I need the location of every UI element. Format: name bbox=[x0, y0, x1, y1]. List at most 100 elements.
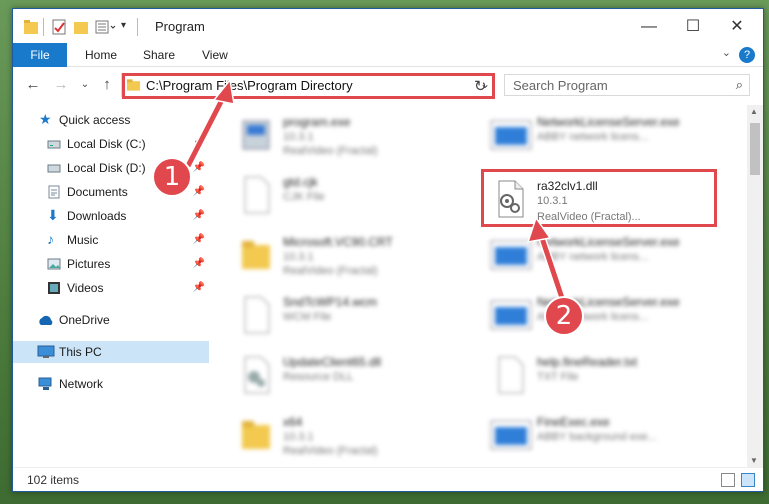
pictures-icon bbox=[47, 258, 61, 270]
minimize-button[interactable]: — bbox=[629, 15, 669, 39]
window-title: Program bbox=[155, 19, 205, 34]
sidebar-item-label: Pictures bbox=[67, 257, 111, 271]
customize-toolbar-icon[interactable] bbox=[95, 18, 117, 36]
item-count: 102 items bbox=[27, 473, 80, 487]
sidebar-item-downloads[interactable]: ⬇ Downloads 📌 bbox=[13, 205, 209, 227]
sidebar-item-label: Network bbox=[59, 377, 104, 391]
close-button[interactable]: ✕ bbox=[717, 15, 757, 39]
status-bar: 102 items bbox=[13, 467, 763, 491]
search-icon[interactable]: ⌕ bbox=[736, 77, 743, 93]
maximize-button[interactable]: ☐ bbox=[673, 15, 713, 39]
sidebar-item-label: OneDrive bbox=[59, 313, 110, 327]
pin-icon: 📌 bbox=[192, 234, 205, 245]
file-item[interactable]: Microsoft.VC90.CRT 10.3.1 RealVideo (Fra… bbox=[227, 229, 477, 285]
star-icon: ★ bbox=[39, 111, 52, 127]
properties-icon[interactable] bbox=[51, 18, 67, 36]
file-name: NetworkLicenseServer.exe bbox=[537, 235, 680, 249]
file-version: 10.3.1 bbox=[283, 251, 314, 263]
file-description: ABBY network licens... bbox=[537, 251, 649, 263]
documents-icon bbox=[48, 185, 60, 199]
search-box[interactable]: Search Program ⌕ bbox=[504, 74, 750, 96]
file-description: ABBY background exe... bbox=[537, 431, 657, 443]
refresh-icon[interactable]: ↻ bbox=[474, 77, 487, 95]
expand-ribbon-icon[interactable]: ⌄ bbox=[722, 46, 731, 59]
folder-icon bbox=[242, 421, 270, 449]
videos-icon bbox=[48, 282, 60, 294]
callout-badge-1: 1 bbox=[152, 157, 192, 197]
file-item[interactable]: FineExec.exe ABBY background exe... bbox=[481, 409, 731, 465]
title-bar: ▾ Program — ☐ ✕ bbox=[13, 9, 763, 43]
folder-icon bbox=[24, 20, 38, 34]
file-item[interactable]: program.exe 10.3.1 RealVideo (Fractal) bbox=[227, 109, 477, 165]
sidebar-item-videos[interactable]: Videos 📌 bbox=[13, 277, 209, 299]
sidebar-item-onedrive[interactable]: OneDrive bbox=[13, 309, 209, 331]
file-item[interactable]: x64 10.3.1 RealVideo (Fractal) bbox=[227, 409, 477, 465]
sidebar-item-this-pc[interactable]: This PC bbox=[13, 341, 209, 363]
explorer-window: ▾ Program — ☐ ✕ File Home Share View ⌄ ?… bbox=[12, 8, 764, 492]
file-name: UpdateClient65.dll bbox=[283, 355, 382, 369]
pin-icon: 📌 bbox=[192, 210, 205, 221]
file-description: ABBY network licens... bbox=[537, 131, 649, 143]
tab-share[interactable]: Share bbox=[143, 43, 175, 67]
search-placeholder: Search Program bbox=[513, 78, 608, 93]
forward-button[interactable]: → bbox=[51, 76, 71, 93]
music-icon: ♪ bbox=[47, 231, 54, 247]
file-name: program.exe bbox=[283, 115, 351, 129]
exe-file-icon bbox=[242, 120, 270, 150]
sidebar-item-quick-access[interactable]: ★ Quick access bbox=[13, 109, 209, 131]
sidebar-item-label: Music bbox=[67, 233, 99, 247]
scrollbar-thumb[interactable] bbox=[750, 123, 760, 175]
file-item[interactable]: SndTcWP14.wcm WCM File bbox=[227, 289, 477, 345]
sidebar-item-music[interactable]: ♪ Music 📌 bbox=[13, 229, 209, 251]
sidebar-item-label: This PC bbox=[59, 345, 102, 359]
details-view-icon[interactable] bbox=[721, 473, 735, 487]
sidebar-item-pictures[interactable]: Pictures 📌 bbox=[13, 253, 209, 275]
file-name: FineExec.exe bbox=[537, 415, 610, 429]
separator bbox=[43, 18, 44, 36]
sidebar-item-label: Videos bbox=[67, 281, 104, 295]
quick-access-dropdown-icon[interactable]: ▾ bbox=[121, 20, 126, 38]
file-item[interactable]: NetworkLicenseServer.exe ABBY network li… bbox=[481, 109, 731, 165]
file-icon bbox=[498, 356, 524, 394]
help-icon[interactable]: ? bbox=[739, 47, 755, 63]
file-item[interactable]: help.fineReader.txt TXT File bbox=[481, 349, 731, 405]
file-item[interactable]: UpdateClient65.dll Resource DLL bbox=[227, 349, 477, 405]
file-type: WCM File bbox=[283, 311, 332, 323]
file-item[interactable]: NetworkLicenseServer.exe ABBY network li… bbox=[481, 289, 731, 345]
address-highlight-box bbox=[122, 73, 495, 99]
vertical-scrollbar[interactable]: ▲ ▼ bbox=[747, 105, 763, 467]
file-item[interactable]: gtd.cjk CJK File bbox=[227, 169, 477, 225]
sidebar-item-label: Documents bbox=[67, 185, 128, 199]
file-description: RealVideo (Fractal) bbox=[283, 445, 378, 457]
tab-home[interactable]: Home bbox=[85, 43, 117, 67]
back-button[interactable]: ← bbox=[23, 76, 43, 93]
folder-icon bbox=[242, 241, 270, 269]
callout-badge-2: 2 bbox=[544, 296, 584, 336]
pin-icon: 📌 bbox=[192, 186, 205, 197]
file-version: 10.3.1 bbox=[283, 431, 314, 443]
file-name: NetworkLicenseServer.exe bbox=[537, 115, 680, 129]
pc-icon bbox=[37, 345, 55, 358]
large-icons-view-icon[interactable] bbox=[741, 473, 755, 487]
download-icon: ⬇ bbox=[47, 207, 59, 223]
file-version: 10.3.1 bbox=[283, 131, 314, 143]
sidebar-item-network[interactable]: Network bbox=[13, 373, 209, 395]
sidebar-item-label: Local Disk (C:) bbox=[67, 137, 146, 151]
file-item[interactable]: NetworkLicenseServer.exe ABBY network li… bbox=[481, 229, 731, 285]
dll-file-icon bbox=[244, 356, 270, 394]
file-type: Resource DLL bbox=[283, 371, 354, 383]
scroll-up-icon[interactable]: ▲ bbox=[750, 107, 758, 116]
file-name: x64 bbox=[283, 415, 303, 429]
file-icon bbox=[244, 176, 270, 214]
file-tab[interactable]: File bbox=[13, 43, 67, 67]
ribbon: File Home Share View ⌄ ? bbox=[13, 43, 763, 67]
scroll-down-icon[interactable]: ▼ bbox=[750, 456, 758, 465]
recent-locations-icon[interactable]: ⌄ bbox=[75, 79, 95, 90]
file-name: help.fineReader.txt bbox=[537, 355, 638, 369]
sidebar-item-local-disk-c[interactable]: Local Disk (C:) 📌 bbox=[13, 133, 209, 155]
file-description: RealVideo (Fractal) bbox=[283, 265, 378, 277]
new-folder-icon[interactable] bbox=[73, 18, 89, 36]
up-button[interactable]: ↑ bbox=[97, 76, 117, 93]
tab-view[interactable]: View bbox=[202, 43, 228, 67]
sidebar-item-label: Downloads bbox=[67, 209, 127, 223]
